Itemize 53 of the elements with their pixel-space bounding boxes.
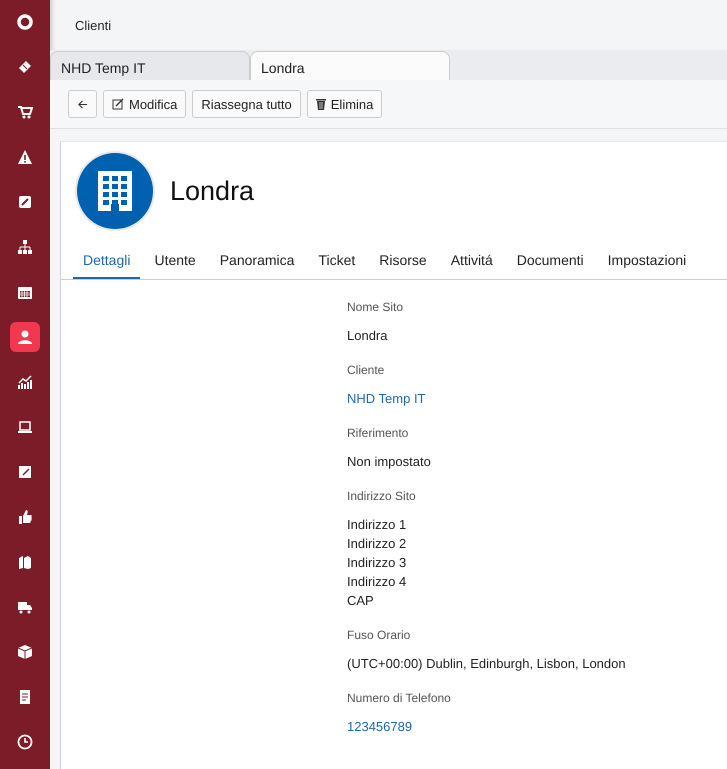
edit-icon [112,98,124,110]
field-link[interactable]: NHD Temp IT [347,389,727,408]
ring-icon [17,14,33,30]
document-tab[interactable]: Londra [250,51,450,80]
user-icon [17,329,33,345]
field-link[interactable]: 123456789 [347,717,727,736]
toolbar-button[interactable]: Riassegna tutto [192,90,301,118]
toolbar-button[interactable]: Elimina [306,90,382,118]
record-tab[interactable]: Attivitá [440,246,503,279]
field-value: Non impostato [347,453,432,471]
field-value: Indirizzo 2 [347,535,408,553]
field-label: Riferimento [347,426,410,440]
chart-icon [17,374,33,390]
trash-icon [316,98,326,110]
field-label: Numero di Telefono [347,691,452,705]
record-tab[interactable]: Risorse [369,246,437,279]
back-arrow-icon [77,98,88,110]
warning-icon [17,149,33,165]
building-icon [98,171,132,211]
record-tab[interactable]: Impostazioni [598,246,696,279]
record-tab[interactable]: Ticket [308,246,366,279]
field-value: Londra [347,327,388,345]
record-tab[interactable]: Panoramica [210,246,304,279]
document-tab[interactable]: NHD Temp IT [50,51,250,80]
truck-icon [17,599,33,615]
toolbar-button[interactable]: Modifica [103,90,186,118]
field-label: Cliente [347,363,386,377]
box-icon [17,644,33,660]
field-value: Indirizzo 1 [347,516,408,534]
field-label: Fuso Orario [347,628,412,642]
edit-icon [17,194,33,210]
hierarchy-icon [17,239,33,255]
breadcrumb[interactable]: Clienti [75,18,112,32]
document-icon [17,689,33,705]
calendar-icon [17,284,33,300]
note-icon [17,464,33,480]
record-title: Londra [170,176,254,206]
field-value: Indirizzo 3 [347,554,408,572]
field-value: CAP [347,592,375,610]
field-label: Indirizzo Sito [347,489,417,503]
field-label: Nome Sito [347,300,404,314]
cart-icon [17,104,33,120]
sidebar-item[interactable] [10,322,40,352]
record-tab[interactable]: Dettagli [73,246,140,279]
clock-icon [17,734,33,750]
field-value: (UTC+00:00) Dublin, Edinburgh, Lisbon, London [347,655,627,673]
field-value: Indirizzo 4 [347,573,408,591]
thumbs-up-icon [17,509,33,525]
ticket-icon [17,59,33,75]
back-button[interactable] [68,90,97,118]
record-tab[interactable]: Utente [144,246,206,279]
record-tab[interactable]: Documenti [506,246,594,279]
laptop-icon [17,419,33,435]
